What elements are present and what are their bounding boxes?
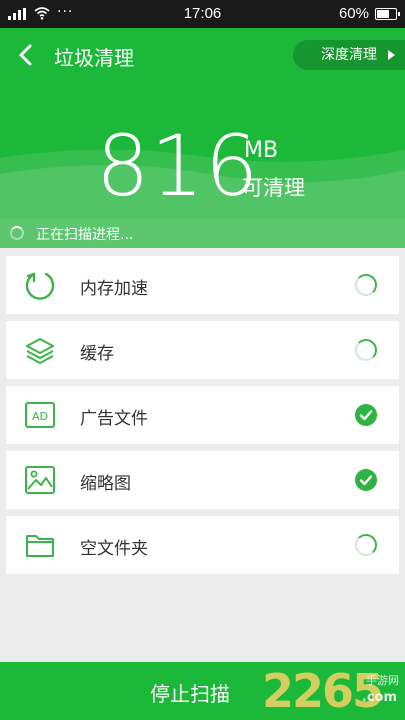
item-label: 缓存 [80, 344, 114, 364]
list-item[interactable]: 空文件夹 [6, 516, 399, 574]
list-item[interactable]: 缓存 [6, 321, 399, 379]
item-label: 缩略图 [80, 474, 131, 494]
scan-spinner-icon [10, 226, 24, 240]
check-done-icon [355, 469, 377, 491]
list-item[interactable]: AD 广告文件 [6, 386, 399, 444]
loading-spinner-icon [355, 534, 377, 556]
ad-file-icon: AD [25, 402, 55, 428]
item-label: 空文件夹 [80, 539, 148, 559]
play-triangle-icon [388, 50, 395, 60]
item-label: 广告文件 [80, 409, 148, 429]
scan-progress-bar: 正在扫描进程... [0, 218, 405, 248]
watermark-subtitle: 手游网 [366, 674, 399, 687]
loading-spinner-icon [355, 274, 377, 296]
watermark-domain: .com [361, 690, 397, 705]
scan-status-text: 正在扫描进程... [36, 227, 134, 243]
back-arrow-icon[interactable] [14, 42, 40, 68]
list-item[interactable]: 内存加速 [6, 256, 399, 314]
cleanable-label: 可清理 [242, 176, 305, 200]
memory-boost-icon [25, 272, 55, 300]
scan-item-list: 内存加速 缓存 AD 广告文件 缩略图 空文件夹 [6, 256, 399, 581]
thumbnail-image-icon [25, 466, 55, 494]
cache-layers-icon [26, 338, 54, 364]
svg-text:AD: AD [32, 410, 48, 423]
amount-unit: MB [244, 138, 279, 163]
loading-spinner-icon [355, 339, 377, 361]
list-item[interactable]: 缩略图 [6, 451, 399, 509]
check-done-icon [355, 404, 377, 426]
deep-clean-label: 深度清理 [321, 47, 377, 63]
battery-icon [375, 8, 400, 20]
item-label: 内存加速 [80, 279, 148, 299]
page-title: 垃圾清理 [54, 46, 134, 70]
deep-clean-button[interactable]: 深度清理 [293, 40, 405, 70]
clean-header: 垃圾清理 深度清理 816 MB 可清理 [0, 28, 405, 244]
stop-scan-button[interactable]: 停止扫描 2265 手游网 .com [0, 662, 405, 720]
stop-scan-label: 停止扫描 [150, 682, 230, 706]
folder-icon [26, 535, 54, 557]
battery-percent: 60% [338, 5, 369, 22]
cleanable-amount: 816 [96, 117, 260, 215]
status-bar: ··· 17:06 60% [0, 0, 405, 28]
